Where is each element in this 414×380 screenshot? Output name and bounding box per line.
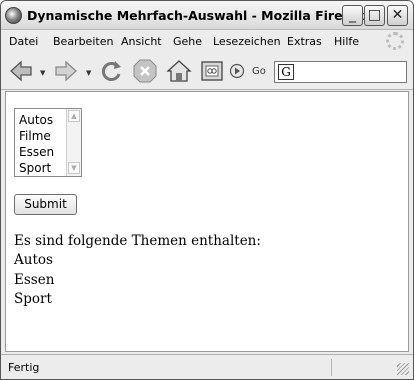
forward-icon[interactable] — [53, 58, 79, 84]
minimize-button[interactable]: _ — [342, 5, 363, 26]
firefox-logo-icon — [5, 7, 22, 24]
go-icon[interactable] — [229, 63, 245, 79]
menu-gehe[interactable]: Gehe — [173, 35, 202, 48]
stop-icon[interactable] — [132, 58, 158, 84]
browser-window: Dynamische Mehrfach-Auswahl - Mozilla Fi… — [0, 0, 414, 380]
menu-hilfe[interactable]: Hilfe — [334, 35, 359, 48]
resize-grip-icon[interactable] — [397, 363, 409, 375]
menu-bar: Datei Bearbeiten Ansicht Gehe Lesezeiche… — [1, 30, 413, 52]
menu-extras[interactable]: Extras — [287, 35, 322, 48]
maximize-button[interactable]: □ — [364, 5, 385, 26]
home-icon[interactable] — [166, 58, 192, 84]
result-item: Autos — [14, 252, 53, 268]
scroll-up-icon[interactable]: ▲ — [68, 110, 80, 122]
go-label[interactable]: Go — [252, 66, 266, 77]
option-filme[interactable]: Filme — [19, 129, 51, 143]
window-title: Dynamische Mehrfach-Auswahl - Mozilla Fi… — [27, 8, 365, 23]
status-text: Fertig — [8, 361, 40, 374]
menu-lesezeichen[interactable]: Lesezeichen — [213, 35, 281, 48]
title-bar: Dynamische Mehrfach-Auswahl - Mozilla Fi… — [1, 1, 413, 30]
favicon-icon: G — [278, 64, 294, 80]
result-item: Sport — [14, 291, 52, 307]
back-icon[interactable] — [8, 58, 34, 84]
topics-multiselect[interactable]: Autos Filme Essen Sport ▲ ▼ — [14, 108, 82, 177]
forward-dropdown-icon[interactable]: ▼ — [86, 69, 91, 77]
listbox-scrollbar[interactable]: ▲ ▼ — [66, 109, 81, 176]
navigation-toolbar: ▼ ▼ Go G — [1, 52, 413, 90]
throbber-icon — [386, 32, 404, 50]
result-heading: Es sind folgende Themen enthalten: — [14, 233, 261, 249]
scroll-down-icon[interactable]: ▼ — [68, 162, 80, 174]
close-button[interactable]: ✕ — [387, 5, 408, 26]
submit-button[interactable]: Submit — [14, 194, 77, 215]
reload-icon[interactable] — [98, 58, 124, 84]
menu-datei[interactable]: Datei — [9, 35, 38, 48]
status-divider — [331, 359, 332, 376]
back-dropdown-icon[interactable]: ▼ — [40, 69, 45, 77]
page-content: Autos Filme Essen Sport ▲ ▼ Submit Es si… — [5, 91, 409, 352]
menu-bearbeiten[interactable]: Bearbeiten — [53, 35, 113, 48]
address-bar[interactable]: G — [274, 61, 407, 83]
option-autos[interactable]: Autos — [19, 113, 53, 127]
status-bar: Fertig — [1, 354, 413, 379]
bookmarks-icon[interactable] — [199, 58, 225, 84]
option-essen[interactable]: Essen — [19, 145, 54, 159]
option-sport[interactable]: Sport — [19, 161, 51, 175]
result-item: Essen — [14, 272, 55, 288]
menu-ansicht[interactable]: Ansicht — [121, 35, 162, 48]
